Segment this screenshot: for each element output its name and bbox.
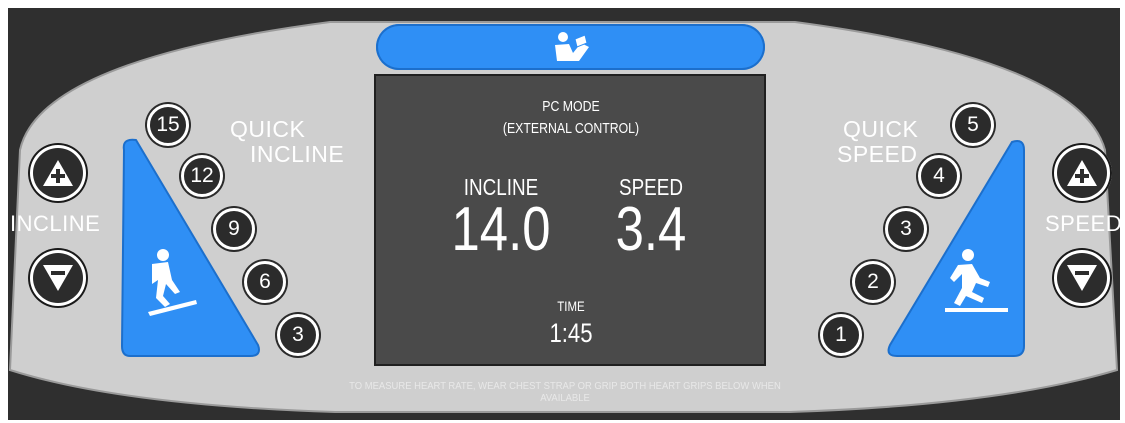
quick-speed-1-button[interactable]: 1 [820,314,862,356]
speed-display-value: 3.4 [615,195,687,264]
incline-up-button[interactable] [28,143,88,203]
speed-up-button[interactable] [1052,143,1112,203]
quick-incline-label-line2: INCLINE [250,141,345,167]
quick-speed-4-button[interactable]: 4 [918,155,960,197]
treadmill-console: INCLINE QUICK INCLINE 15 12 9 6 3 SPEED … [0,0,1125,423]
quick-speed-3-button[interactable]: 3 [885,208,927,250]
manual-reader-icon [555,32,589,61]
quick-speed-label-line1: QUICK [843,116,919,142]
quick-incline-6-button[interactable]: 6 [244,261,286,303]
quick-speed-5-button[interactable]: 5 [952,104,994,146]
plus-icon [1057,148,1107,198]
quick-incline-label-line1: QUICK [230,116,306,142]
minus-icon [33,253,83,303]
time-display-value: 1:45 [549,318,593,348]
incline-down-button[interactable] [28,248,88,308]
quick-speed-2-button[interactable]: 2 [852,261,894,303]
display-screen: PC MODE (EXTERNAL CONTROL) INCLINE 14.0 … [374,74,766,366]
incline-side-label: INCLINE [10,211,101,236]
heart-rate-instruction: TO MEASURE HEART RATE, WEAR CHEST STRAP … [349,380,781,404]
time-display-label: TIME [557,298,585,314]
quick-incline-3-button[interactable]: 3 [277,314,319,356]
speed-side-label: SPEED [1045,211,1123,236]
plus-icon [33,148,83,198]
minus-icon [1057,253,1107,303]
quick-incline-15-button[interactable]: 15 [147,104,189,146]
mode-line2: (EXTERNAL CONTROL) [502,120,640,137]
quick-incline-12-button[interactable]: 12 [181,155,223,197]
quick-speed-label-line2: SPEED [837,141,918,167]
top-bar-button[interactable] [376,24,765,70]
incline-display-value: 14.0 [451,195,551,264]
quick-incline-9-button[interactable]: 9 [213,208,255,250]
speed-down-button[interactable] [1052,248,1112,308]
mode-line1: PC MODE [542,98,600,115]
